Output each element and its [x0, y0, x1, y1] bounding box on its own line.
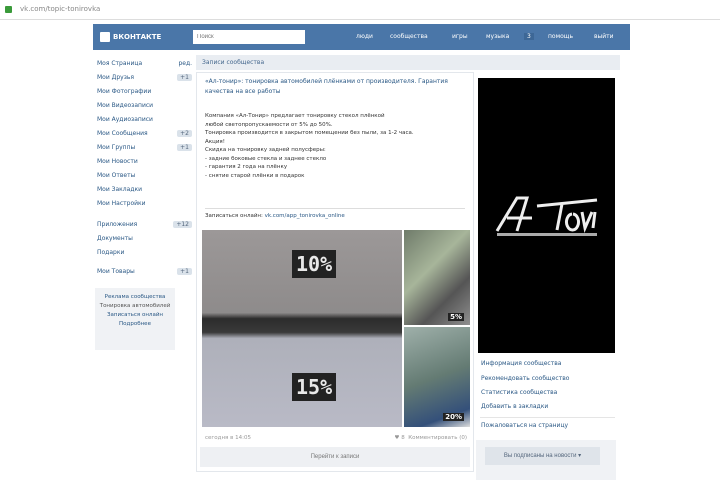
photo-label: 20% — [443, 413, 464, 421]
browser-address-bar[interactable]: vk.com/topic-tonirovka — [0, 0, 720, 20]
sidebar-item-goods[interactable]: Мои Товары +1 — [97, 268, 192, 275]
nav-help[interactable]: помощь — [548, 33, 573, 40]
promo-text: Тонировка автомобилей — [99, 303, 171, 309]
post-line: - гарантия 2 года на плёнку — [205, 164, 288, 170]
label: Моя Страница — [97, 60, 143, 67]
promo-link[interactable]: Записаться онлайн — [95, 311, 175, 320]
count-badge: +1 — [177, 268, 192, 275]
sidebar-item-audio[interactable]: Мои Аудиозаписи — [97, 116, 192, 123]
site-logo[interactable]: ВКОНТАКТЕ — [100, 31, 184, 43]
post-photo-main[interactable]: 10% 15% — [202, 230, 402, 427]
label: Мои Новости — [97, 158, 138, 165]
label: Документы — [97, 235, 133, 242]
sidebar-item-news[interactable]: Мои Новости — [97, 158, 192, 165]
post-title[interactable]: «Ал-тонир»: тонировка автомобилей плёнка… — [205, 77, 465, 97]
lock-icon — [5, 6, 12, 13]
post-photo-3[interactable]: 20% — [404, 327, 470, 427]
post-link-line: Записаться онлайн: vk.com/app_tonirovka_… — [205, 213, 345, 219]
photo-label: 5% — [448, 313, 464, 321]
community-avatar[interactable] — [478, 78, 615, 353]
post-date[interactable]: сегодня в 14:05 — [205, 435, 251, 441]
community-info-link[interactable]: Информация сообщества — [481, 360, 561, 367]
count-badge: +2 — [177, 130, 192, 137]
sidebar-item-friends[interactable]: Мои Друзья +1 — [97, 74, 192, 81]
sidebar-promo[interactable]: Реклама сообщества Тонировка автомобилей… — [95, 288, 175, 350]
logo-text: ВКОНТАКТЕ — [113, 33, 162, 41]
post-line: - снятие старой плёнки в подарок — [205, 172, 305, 179]
post-line: Тонировка производится в закрытом помеще… — [205, 130, 414, 136]
al-tonir-logo — [495, 196, 597, 236]
sidebar-item-gifts[interactable]: Подарки — [97, 249, 192, 256]
search-input[interactable] — [193, 30, 305, 44]
sidebar-item-messages[interactable]: Мои Сообщения +2 — [97, 130, 192, 137]
sidebar-item-answers[interactable]: Мои Ответы — [97, 172, 192, 179]
post-line: Акция! — [205, 138, 225, 145]
count-badge: +1 — [177, 144, 192, 151]
stats-link[interactable]: Статистика сообщества — [481, 389, 557, 396]
wall-header[interactable]: Записи сообщества — [196, 55, 620, 70]
label: Мои Группы — [97, 144, 136, 151]
nav-communities[interactable]: сообщества — [390, 33, 428, 40]
divider — [480, 417, 615, 418]
label: Мои Сообщения — [97, 130, 148, 137]
post-meta: сегодня в 14:05 ♥ 8 Комментировать (0) — [205, 435, 467, 441]
nav-games[interactable]: игры — [452, 33, 468, 40]
sidebar-item-apps[interactable]: Приложения +12 — [97, 221, 192, 228]
vk-logo-icon — [100, 32, 110, 42]
label: Мои Закладки — [97, 186, 142, 193]
label: Мои Товары — [97, 268, 135, 275]
nav-badge[interactable]: 3 — [524, 33, 534, 40]
label: Мои Аудиозаписи — [97, 116, 153, 123]
go-to-post-button[interactable]: Перейти к записи — [200, 447, 470, 467]
comment-link[interactable]: Комментировать (0) — [408, 435, 467, 441]
sidebar-item-settings[interactable]: Мои Настройки — [97, 200, 192, 207]
tint-label-15: 15% — [292, 373, 337, 401]
count-badge: +12 — [173, 221, 192, 228]
link-label: Записаться онлайн: — [205, 213, 263, 219]
promo-title: Реклама сообщества — [104, 294, 166, 300]
label: Приложения — [97, 221, 138, 228]
post-line: любой светопропускаемости от 5% до 50%. — [205, 121, 333, 128]
recommend-link[interactable]: Рекомендовать сообщество — [481, 375, 569, 382]
sidebar-item-groups[interactable]: Мои Группы +1 — [97, 144, 192, 151]
sidebar-item-documents[interactable]: Документы — [97, 235, 192, 242]
bookmark-link[interactable]: Добавить в закладки — [481, 403, 548, 410]
subscription-button[interactable]: Вы подписаны на новости ▾ — [485, 447, 600, 465]
nav-music[interactable]: музыка — [486, 33, 509, 40]
report-link[interactable]: Пожаловаться на страницу — [481, 422, 568, 429]
sidebar-item-my-page[interactable]: Моя Страница ред. — [97, 60, 192, 67]
tint-label-10: 10% — [292, 250, 337, 278]
label: Подарки — [97, 249, 125, 256]
sidebar-item-bookmarks[interactable]: Мои Закладки — [97, 186, 192, 193]
nav-people[interactable]: люди — [356, 33, 373, 40]
post-line: - задние боковые стекла и заднее стекло — [205, 155, 327, 162]
label: Мои Настройки — [97, 200, 146, 207]
post-text: Компания «Ал-Тонир» предлагает тонировку… — [205, 112, 465, 180]
nav-logout[interactable]: выйти — [594, 33, 614, 40]
count-badge: +1 — [177, 74, 192, 81]
sidebar-item-videos[interactable]: Мои Видеозаписи — [97, 102, 192, 109]
label: Мои Видеозаписи — [97, 102, 154, 109]
post-link[interactable]: vk.com/app_tonirovka_online — [265, 213, 345, 219]
sidebar-item-photos[interactable]: Мои Фотографии — [97, 88, 192, 95]
post-line: Компания «Ал-Тонир» предлагает тонировку… — [205, 113, 385, 119]
edit-link[interactable]: ред. — [178, 60, 192, 67]
post-line: Скидка на тонировку задней полусферы: — [205, 147, 326, 153]
url-text[interactable]: vk.com/topic-tonirovka — [20, 5, 100, 13]
divider — [205, 208, 465, 209]
promo-more-link[interactable]: Подробнее — [95, 320, 175, 329]
label: Мои Фотографии — [97, 88, 152, 95]
post-photo-2[interactable]: 5% — [404, 230, 470, 325]
label: Мои Друзья — [97, 74, 135, 81]
like-count: 8 — [401, 435, 405, 441]
label: Мои Ответы — [97, 172, 136, 179]
